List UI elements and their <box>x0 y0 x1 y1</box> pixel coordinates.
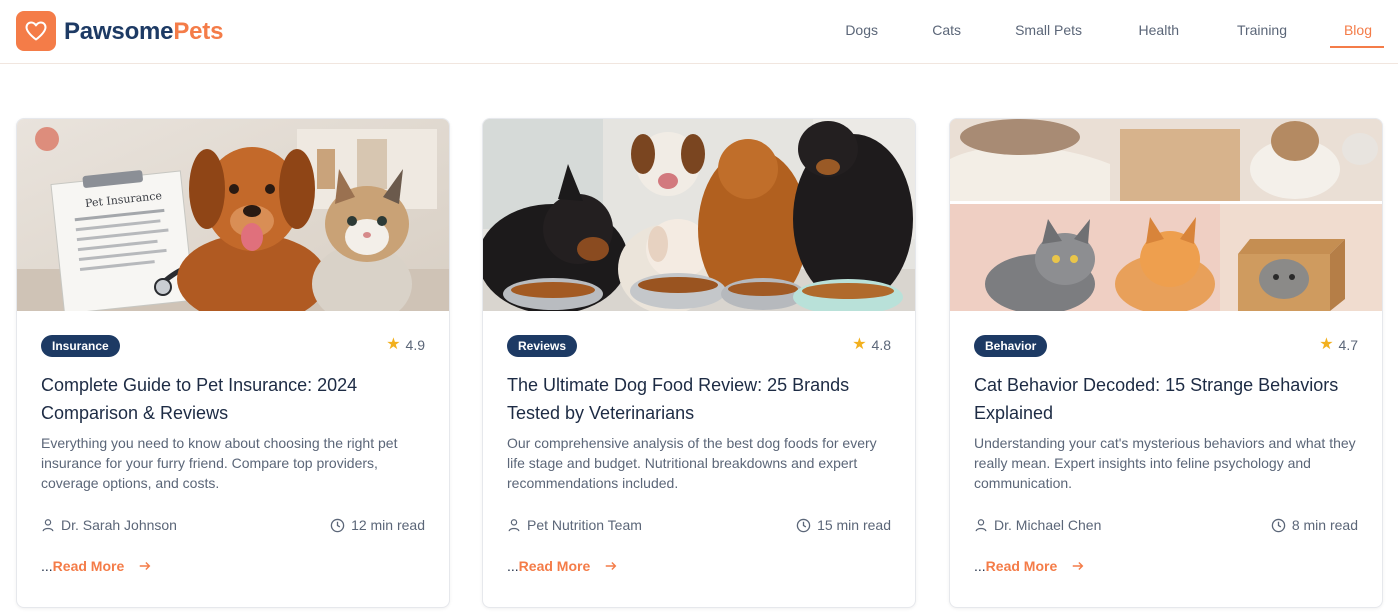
brand-name[interactable]: PawsomePets <box>64 18 223 46</box>
read-more-label: Read More <box>52 558 125 574</box>
nav-item-blog[interactable]: Blog <box>1344 22 1372 38</box>
nav-item-training[interactable]: Training <box>1237 22 1287 38</box>
category-badge[interactable]: Reviews <box>507 335 578 357</box>
active-nav-underline <box>1330 46 1384 48</box>
category-badge[interactable]: Behavior <box>974 335 1048 357</box>
category-badge[interactable]: Insurance <box>41 335 120 357</box>
card-meta: Dr. Michael Chen 8 min read <box>974 517 1358 537</box>
read-more-link[interactable]: ... Read More <box>974 558 1085 574</box>
card-image-cats-collage[interactable] <box>950 119 1382 311</box>
rating: ★ 4.9 <box>386 336 425 354</box>
card-meta: Pet Nutrition Team 15 min read <box>507 517 891 537</box>
read-time-text: 15 min read <box>817 517 891 533</box>
blog-card-pet-insurance[interactable]: Pet Insurance Insurance ★ 4.9 Complete G… <box>16 118 450 608</box>
card-description: Our comprehensive analysis of the best d… <box>507 435 877 491</box>
read-more-link[interactable]: ... Read More <box>507 558 618 574</box>
read-time-text: 8 min read <box>1291 517 1358 533</box>
user-icon <box>508 519 520 532</box>
rating: ★ 4.7 <box>1319 336 1358 354</box>
read-time-text: 12 min read <box>351 517 425 533</box>
arrow-right-icon <box>606 562 617 570</box>
card-title[interactable]: The Ultimate Dog Food Review: 25 Brands … <box>507 371 891 427</box>
clock-icon <box>1271 518 1286 532</box>
nav-item-cats[interactable]: Cats <box>932 22 961 38</box>
rating-value: 4.8 <box>871 337 891 353</box>
card-description: Understanding your cat's mysterious beha… <box>974 435 1356 491</box>
card-image-dogs-food-bowls[interactable] <box>483 119 915 311</box>
read-time: 12 min read <box>330 517 425 533</box>
user-icon <box>42 519 54 532</box>
author-name: Dr. Michael Chen <box>994 517 1102 533</box>
card-title[interactable]: Cat Behavior Decoded: 15 Strange Behavio… <box>974 371 1358 427</box>
author: Dr. Sarah Johnson <box>41 517 177 533</box>
rating-value: 4.9 <box>405 337 425 353</box>
star-icon: ★ <box>1319 336 1334 353</box>
logo[interactable] <box>16 11 56 51</box>
arrow-right-icon <box>1073 562 1084 570</box>
card-meta: Dr. Sarah Johnson 12 min read <box>41 517 425 537</box>
read-more-label: Read More <box>518 558 591 574</box>
read-time: 15 min read <box>796 517 891 533</box>
card-description: Everything you need to know about choosi… <box>41 435 398 491</box>
rating-value: 4.7 <box>1338 337 1358 353</box>
read-more-label: Read More <box>985 558 1058 574</box>
heart-icon <box>25 21 47 41</box>
author-name: Dr. Sarah Johnson <box>61 517 177 533</box>
card-title[interactable]: Complete Guide to Pet Insurance: 2024 Co… <box>41 371 425 427</box>
card-image-dog-cat-insurance[interactable]: Pet Insurance <box>17 119 449 311</box>
star-icon: ★ <box>386 336 401 353</box>
clock-icon <box>796 518 811 532</box>
rating: ★ 4.8 <box>852 336 891 354</box>
arrow-right-icon <box>140 562 151 570</box>
nav-item-health[interactable]: Health <box>1139 22 1179 38</box>
blog-card-cat-behavior[interactable]: Behavior ★ 4.7 Cat Behavior Decoded: 15 … <box>949 118 1383 608</box>
author-name: Pet Nutrition Team <box>527 517 642 533</box>
read-more-link[interactable]: ... Read More <box>41 558 152 574</box>
brand-part-1: Pawsome <box>64 18 174 45</box>
brand-part-2: Pets <box>173 18 224 45</box>
author: Dr. Michael Chen <box>974 517 1101 533</box>
nav-item-dogs[interactable]: Dogs <box>845 22 878 38</box>
nav-item-small-pets[interactable]: Small Pets <box>1015 22 1082 38</box>
clock-icon <box>330 518 345 532</box>
read-time: 8 min read <box>1271 517 1358 533</box>
blog-card-dog-food-review[interactable]: Reviews ★ 4.8 The Ultimate Dog Food Revi… <box>482 118 916 608</box>
author: Pet Nutrition Team <box>507 517 642 533</box>
site-header: PawsomePets Dogs Cats Small Pets Health … <box>0 0 1398 64</box>
star-icon: ★ <box>852 336 867 353</box>
user-icon <box>975 519 987 532</box>
